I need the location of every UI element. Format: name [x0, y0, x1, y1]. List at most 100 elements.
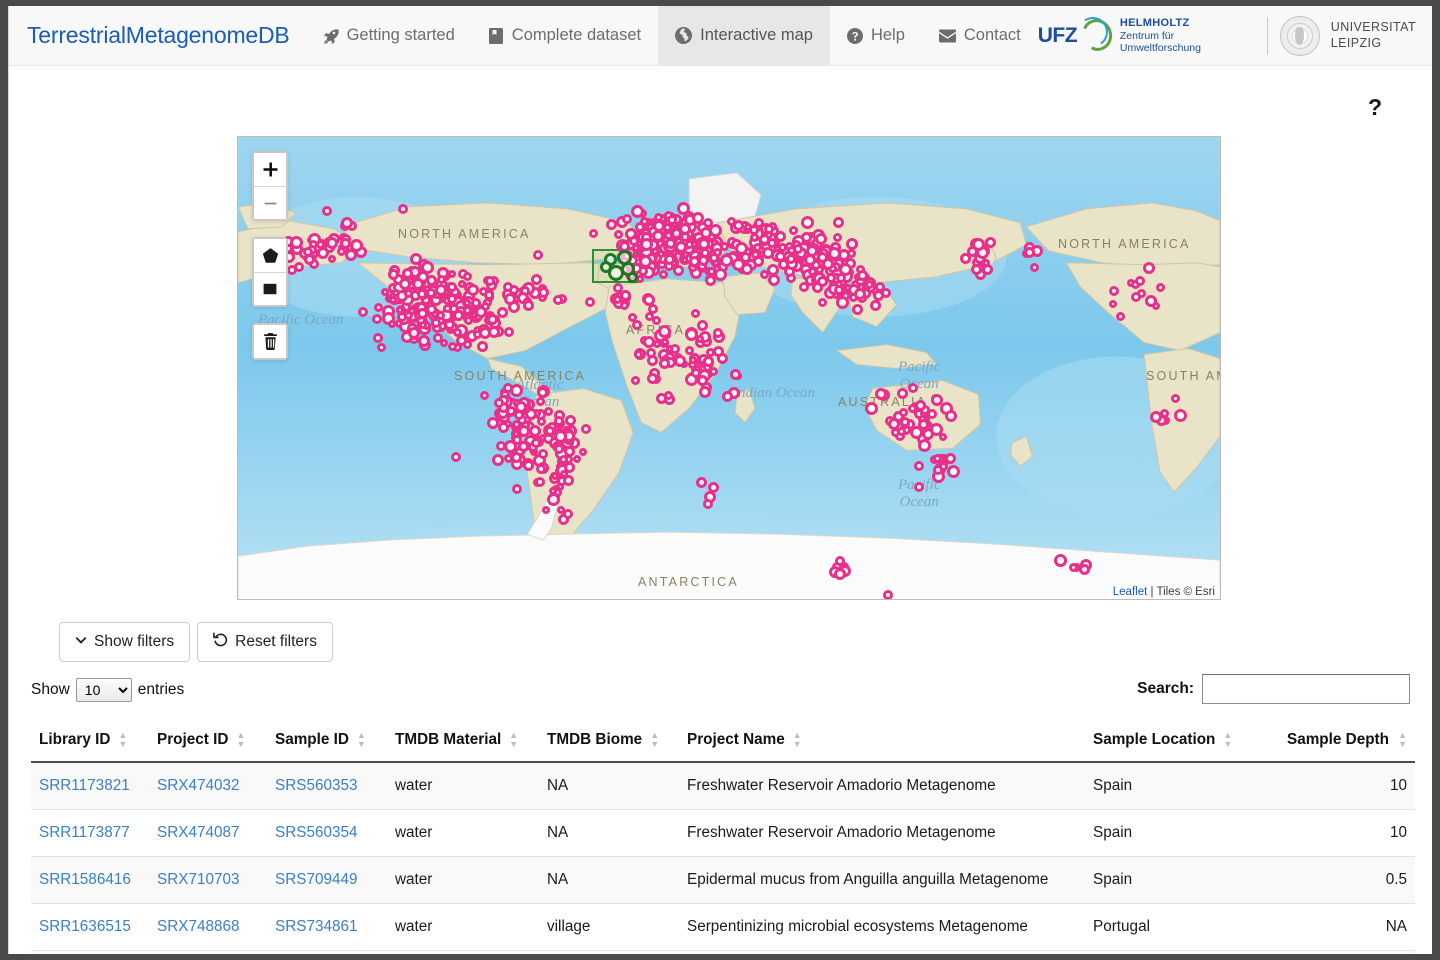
cell-tmdb-biome: NA [539, 762, 679, 810]
leaflet-link[interactable]: Leaflet [1113, 586, 1148, 598]
column-header-tmdb-material[interactable]: TMDB Material▲▼ [387, 719, 539, 762]
sample-id-link[interactable]: SRS560353 [275, 777, 358, 794]
cell-project-id: SRX748868 [149, 904, 267, 951]
project-id-link[interactable]: SRX474087 [157, 824, 240, 841]
sort-arrows-icon[interactable]: ▲▼ [1395, 731, 1407, 749]
sort-arrows-icon[interactable]: ▲▼ [357, 731, 369, 749]
nav-item-getting-started[interactable]: Getting started [306, 6, 472, 66]
cell-sample-id: SRS709449 [267, 857, 387, 904]
column-header-label: TMDB Biome [547, 731, 642, 749]
cell-tmdb-biome: village [539, 904, 679, 951]
university-leipzig-logo[interactable]: UNIVERSITAT LEIPZIG [1280, 16, 1416, 56]
interactive-map[interactable]: Pacific Ocean Atlantic Ocean Pacific Oce… [237, 136, 1221, 600]
header-logos: UFZ HELMHOLTZ Zentrum für Umweltforschun… [1038, 16, 1432, 56]
project-id-link[interactable]: SRX474032 [157, 777, 240, 794]
show-label: Show [31, 681, 70, 699]
cell-library-id: SRR1173877 [31, 810, 149, 857]
cell-sample-id: SRS560354 [267, 810, 387, 857]
column-header-label: Sample ID [275, 731, 349, 749]
cell-tmdb-material: water [387, 857, 539, 904]
helmholtz-text: HELMHOLTZ Zentrum für Umweltforschung [1120, 17, 1255, 54]
library-id-link[interactable]: SRR1173821 [39, 777, 130, 794]
nav-label: Interactive map [700, 26, 813, 45]
university-line-1: UNIVERSITAT [1331, 20, 1416, 35]
cell-sample-depth: NA [1275, 951, 1415, 954]
results-table: Library ID▲▼Project ID▲▼Sample ID▲▼TMDB … [31, 719, 1415, 954]
nav-item-contact[interactable]: Contact [922, 6, 1038, 66]
library-id-link[interactable]: SRR1173877 [39, 824, 130, 841]
table-row: SRR1173877SRX474087SRS560354waterNAFresh… [31, 810, 1415, 857]
question-circle-icon [847, 28, 863, 44]
page-length-select[interactable]: 102550100 [76, 678, 132, 702]
column-header-label: Sample Depth [1287, 731, 1389, 749]
cell-tmdb-material: water [387, 951, 539, 954]
map-delete-control[interactable] [252, 323, 288, 360]
cell-sample-depth: 10 [1275, 810, 1415, 857]
show-filters-label: Show filters [94, 633, 174, 651]
column-header-sample-depth[interactable]: Sample Depth ▲▼ [1275, 719, 1415, 762]
project-id-link[interactable]: SRX748868 [157, 918, 240, 935]
globe-icon [675, 27, 692, 44]
zoom-in-button[interactable] [254, 153, 286, 186]
cell-library-id: SRR2239652 [31, 951, 149, 954]
column-header-tmdb-biome[interactable]: TMDB Biome ▲▼ [539, 719, 679, 762]
reset-filters-button[interactable]: Reset filters [197, 622, 333, 662]
sort-arrows-icon[interactable]: ▲▼ [650, 731, 662, 749]
sort-arrows-icon[interactable]: ▲▼ [1223, 731, 1235, 749]
brand-title[interactable]: TerrestrialMetagenomeDB [9, 22, 306, 49]
cell-project-id: SRX474032 [149, 762, 267, 810]
sort-arrows-icon[interactable]: ▲▼ [793, 731, 805, 749]
column-header-label: Project ID [157, 731, 228, 749]
table-row: SRR2239652SRX1181970SRS1054264waterNAalk… [31, 951, 1415, 954]
envelope-icon [939, 29, 956, 43]
sample-id-link[interactable]: SRS709449 [275, 871, 358, 888]
draw-polygon-button[interactable] [254, 239, 286, 272]
delete-shapes-button[interactable] [254, 325, 286, 358]
show-filters-button[interactable]: Show filters [59, 622, 190, 662]
cell-library-id: SRR1636515 [31, 904, 149, 951]
cell-project-name: Freshwater Reservoir Amadorio Metagenome [679, 762, 1085, 810]
column-header-sample-id[interactable]: Sample ID ▲▼ [267, 719, 387, 762]
column-header-project-name[interactable]: Project Name▲▼ [679, 719, 1085, 762]
ufz-logo[interactable]: UFZ HELMHOLTZ Zentrum für Umweltforschun… [1038, 17, 1255, 54]
sample-id-link[interactable]: SRS734861 [275, 918, 358, 935]
logo-divider [1267, 17, 1268, 55]
search-input[interactable] [1202, 674, 1410, 704]
search-label: Search: [1137, 680, 1194, 698]
table-head: Library ID▲▼Project ID▲▼Sample ID▲▼TMDB … [31, 719, 1415, 762]
nav-item-help[interactable]: Help [830, 6, 922, 66]
sample-id-link[interactable]: SRS560354 [275, 824, 358, 841]
map-draw-control[interactable] [252, 237, 288, 307]
project-id-link[interactable]: SRX710703 [157, 871, 240, 888]
help-toggle-button[interactable]: ? [1368, 94, 1382, 121]
column-header-project-id[interactable]: Project ID ▲▼ [149, 719, 267, 762]
zoom-out-button[interactable] [254, 186, 286, 219]
cell-sample-depth: 0.5 [1275, 857, 1415, 904]
table-header-row: Library ID▲▼Project ID▲▼Sample ID▲▼TMDB … [31, 719, 1415, 762]
university-line-2: LEIPZIG [1331, 36, 1416, 51]
nav-item-interactive-map[interactable]: Interactive map [658, 6, 830, 66]
cell-library-id: SRR1586416 [31, 857, 149, 904]
nav-item-complete-dataset[interactable]: Complete dataset [472, 6, 658, 66]
cell-project-id: SRX710703 [149, 857, 267, 904]
nav-label: Complete dataset [512, 26, 641, 45]
sort-arrows-icon[interactable]: ▲▼ [236, 731, 248, 749]
map-attribution: Leaflet | Tiles © Esri [1108, 585, 1220, 599]
draw-rectangle-button[interactable] [254, 272, 286, 305]
table-row: SRR1173821SRX474032SRS560353waterNAFresh… [31, 762, 1415, 810]
university-seal-icon [1280, 16, 1320, 56]
cell-project-name: Freshwater Reservoir Amadorio Metagenome [679, 810, 1085, 857]
sort-arrows-icon[interactable]: ▲▼ [118, 731, 130, 749]
book-icon [489, 28, 504, 44]
library-id-link[interactable]: SRR1636515 [39, 918, 131, 935]
table-length-control: Show 102550100 entries [31, 678, 184, 702]
sort-arrows-icon[interactable]: ▲▼ [509, 731, 521, 749]
column-header-sample-location[interactable]: Sample Location▲▼ [1085, 719, 1275, 762]
column-header-library-id[interactable]: Library ID▲▼ [31, 719, 149, 762]
table-search-control: Search: [1137, 674, 1410, 704]
ufz-mark-icon: UFZ [1038, 18, 1114, 52]
library-id-link[interactable]: SRR1586416 [39, 871, 131, 888]
entries-label: entries [138, 681, 185, 699]
university-text: UNIVERSITAT LEIPZIG [1331, 20, 1416, 51]
map-zoom-control[interactable] [252, 151, 288, 221]
